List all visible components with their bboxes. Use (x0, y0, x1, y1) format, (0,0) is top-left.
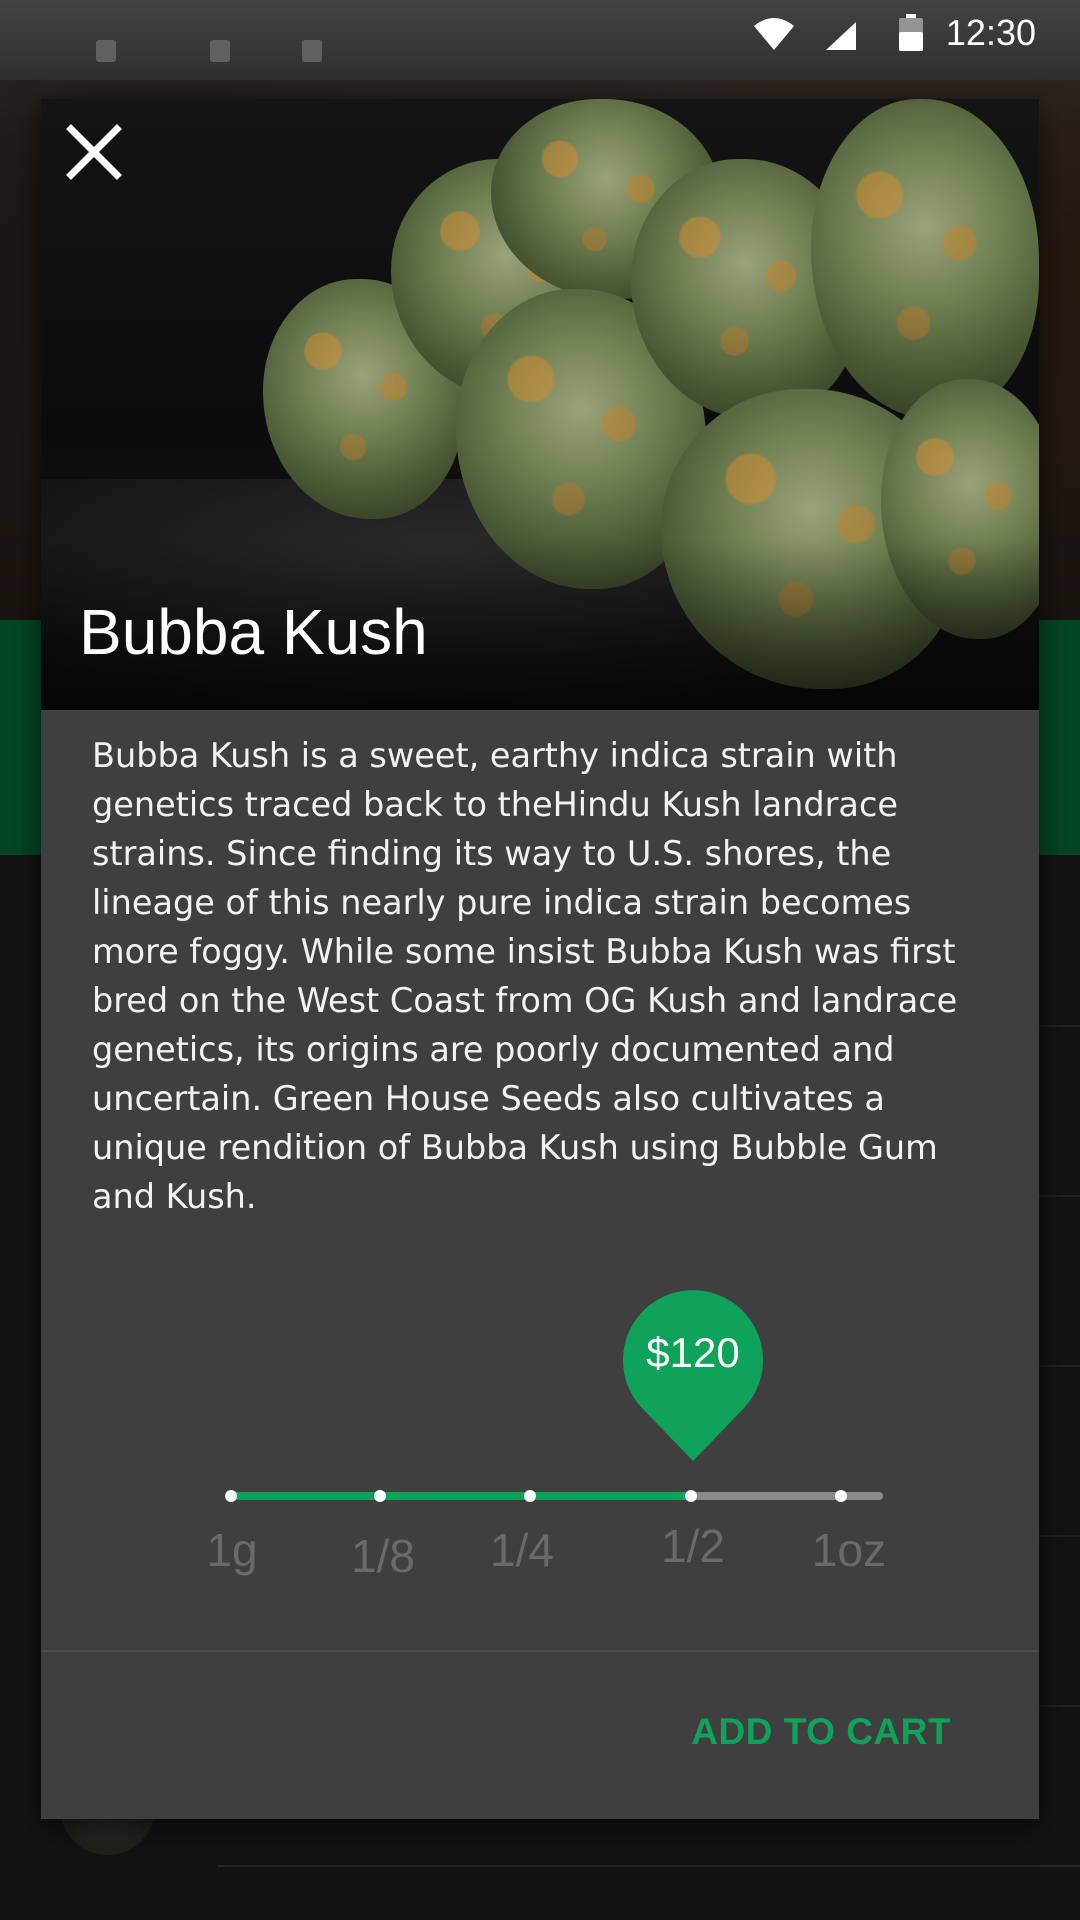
signal-icon (826, 22, 856, 50)
close-icon[interactable] (63, 121, 125, 183)
product-description: Bubba Kush is a sweet, earthy indica str… (92, 736, 958, 1216)
weight-stop-eighth[interactable] (374, 1490, 386, 1502)
dialog-footer-divider (41, 1650, 1039, 1652)
weight-stop-ounce[interactable] (835, 1490, 847, 1502)
add-to-cart-button[interactable]: ADD TO CART (691, 1711, 951, 1753)
weight-stop-half[interactable] (685, 1490, 697, 1502)
product-image: Bubba Kush (41, 99, 1039, 710)
status-time: 12:30 (945, 12, 1036, 53)
weight-label-half[interactable]: 1/2 (661, 1519, 725, 1573)
product-title: Bubba Kush (79, 596, 428, 668)
weight-label-eighth[interactable]: 1/8 (351, 1529, 415, 1583)
wifi-icon (754, 18, 794, 50)
weight-slider-fill (231, 1492, 693, 1500)
battery-icon (899, 14, 923, 51)
weight-label-1g[interactable]: 1g (206, 1523, 257, 1577)
weight-stop-1g[interactable] (225, 1490, 237, 1502)
product-image-bud (811, 99, 1039, 419)
price-label: $120 (646, 1329, 740, 1376)
weight-stop-quarter[interactable] (524, 1490, 536, 1502)
weight-label-ounce[interactable]: 1oz (812, 1523, 886, 1577)
product-dialog: Bubba Kush Bubba Kush is a sweet, earthy… (41, 99, 1039, 1819)
weight-label-quarter[interactable]: 1/4 (490, 1523, 554, 1577)
status-bar: 12:30 (0, 0, 1080, 70)
